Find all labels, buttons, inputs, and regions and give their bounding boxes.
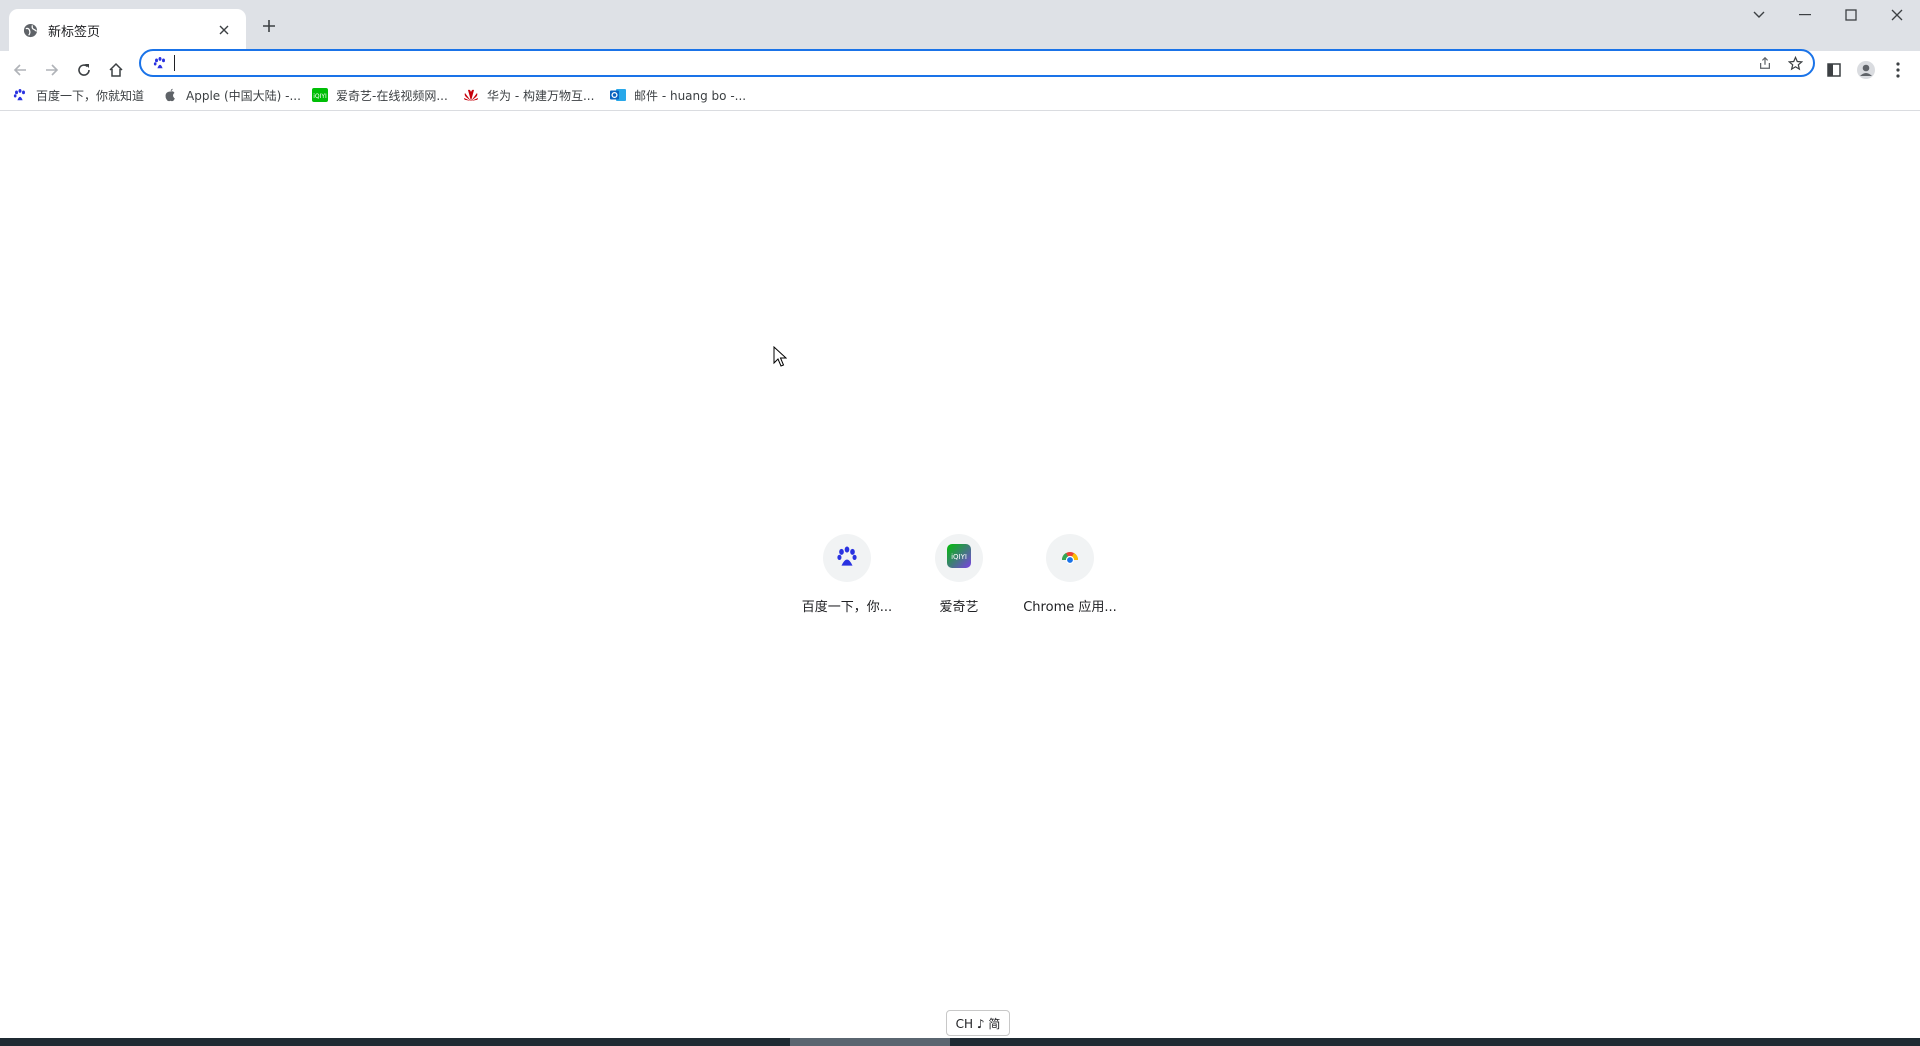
tab-search-chevron-down-icon[interactable] xyxy=(1736,0,1782,30)
shortcut-label: Chrome 应用... xyxy=(1023,600,1117,615)
baidu-paw-icon xyxy=(836,545,858,571)
taskbar-active-app[interactable] xyxy=(790,1038,950,1046)
tab-new-tab[interactable]: 新标签页 xyxy=(9,9,246,51)
bookmark-outlook[interactable]: 邮件 - huang bo -... xyxy=(610,84,746,106)
globe-icon xyxy=(21,21,39,39)
address-bar[interactable] xyxy=(139,49,1815,77)
tab-strip: 新标签页 xyxy=(0,0,1920,51)
taskbar-strip xyxy=(0,1038,1920,1046)
bookmark-apple[interactable]: Apple (中国大陆) -... xyxy=(162,84,301,106)
minimize-icon[interactable] xyxy=(1782,0,1828,30)
outlook-icon xyxy=(610,87,626,103)
shortcut-baidu[interactable]: 百度一下，你... xyxy=(791,530,903,620)
share-icon[interactable] xyxy=(1755,53,1775,73)
shortcut-icon-tile xyxy=(1046,534,1094,582)
bookmark-iqiyi[interactable]: iQIYI 爱奇艺-在线视频网... xyxy=(312,84,448,106)
mouse-cursor-icon xyxy=(773,346,787,367)
bookmark-label: 爱奇艺-在线视频网... xyxy=(336,88,448,103)
baidu-paw-icon xyxy=(12,87,28,103)
bookmark-label: Apple (中国大陆) -... xyxy=(186,88,301,103)
shortcut-icon-tile xyxy=(823,534,871,582)
bookmark-baidu[interactable]: 百度一下，你就知道 xyxy=(12,84,144,106)
bookmark-huawei[interactable]: 华为 - 构建万物互... xyxy=(463,84,594,106)
shortcut-chrome-web-store[interactable]: Chrome 应用... xyxy=(1014,530,1126,620)
close-window-icon[interactable] xyxy=(1874,0,1920,30)
bookmark-label: 华为 - 构建万物互... xyxy=(487,88,595,103)
shortcut-iqiyi[interactable]: iQIYI 爱奇艺 xyxy=(903,530,1015,620)
baidu-paw-icon xyxy=(151,54,169,72)
close-tab-icon[interactable] xyxy=(214,20,234,40)
chrome-web-store-icon xyxy=(1059,545,1081,571)
maximize-icon[interactable] xyxy=(1828,0,1874,30)
svg-text:iQIYI: iQIYI xyxy=(313,93,327,100)
omnibox-input[interactable] xyxy=(174,53,1714,73)
browser-window: 新标签页 百度一下，你就知道 Apple (中国大陆) -... iQIYI 爱… xyxy=(0,0,1920,1046)
bookmark-label: 邮件 - huang bo -... xyxy=(634,88,747,103)
shortcut-icon-tile: iQIYI xyxy=(935,534,983,582)
apple-icon xyxy=(162,87,178,103)
text-caret xyxy=(174,55,175,71)
new-tab-button[interactable] xyxy=(256,13,282,39)
iqiyi-icon: iQIYI xyxy=(312,87,328,103)
bookmark-label: 百度一下，你就知道 xyxy=(36,88,145,103)
shortcut-label: 百度一下，你... xyxy=(801,600,893,615)
tab-title: 新标签页 xyxy=(48,24,101,40)
ime-indicator[interactable]: CH ♪ 简 xyxy=(946,1010,1010,1036)
iqiyi-icon: iQIYI xyxy=(947,544,971,572)
shortcut-label: 爱奇艺 xyxy=(939,600,979,615)
bookmarks-bar: 百度一下，你就知道 Apple (中国大陆) -... iQIYI 爱奇艺-在线… xyxy=(0,80,1920,111)
svg-text:iQIYI: iQIYI xyxy=(951,553,967,561)
bookmark-star-icon[interactable] xyxy=(1785,53,1805,73)
huawei-icon xyxy=(463,87,479,103)
